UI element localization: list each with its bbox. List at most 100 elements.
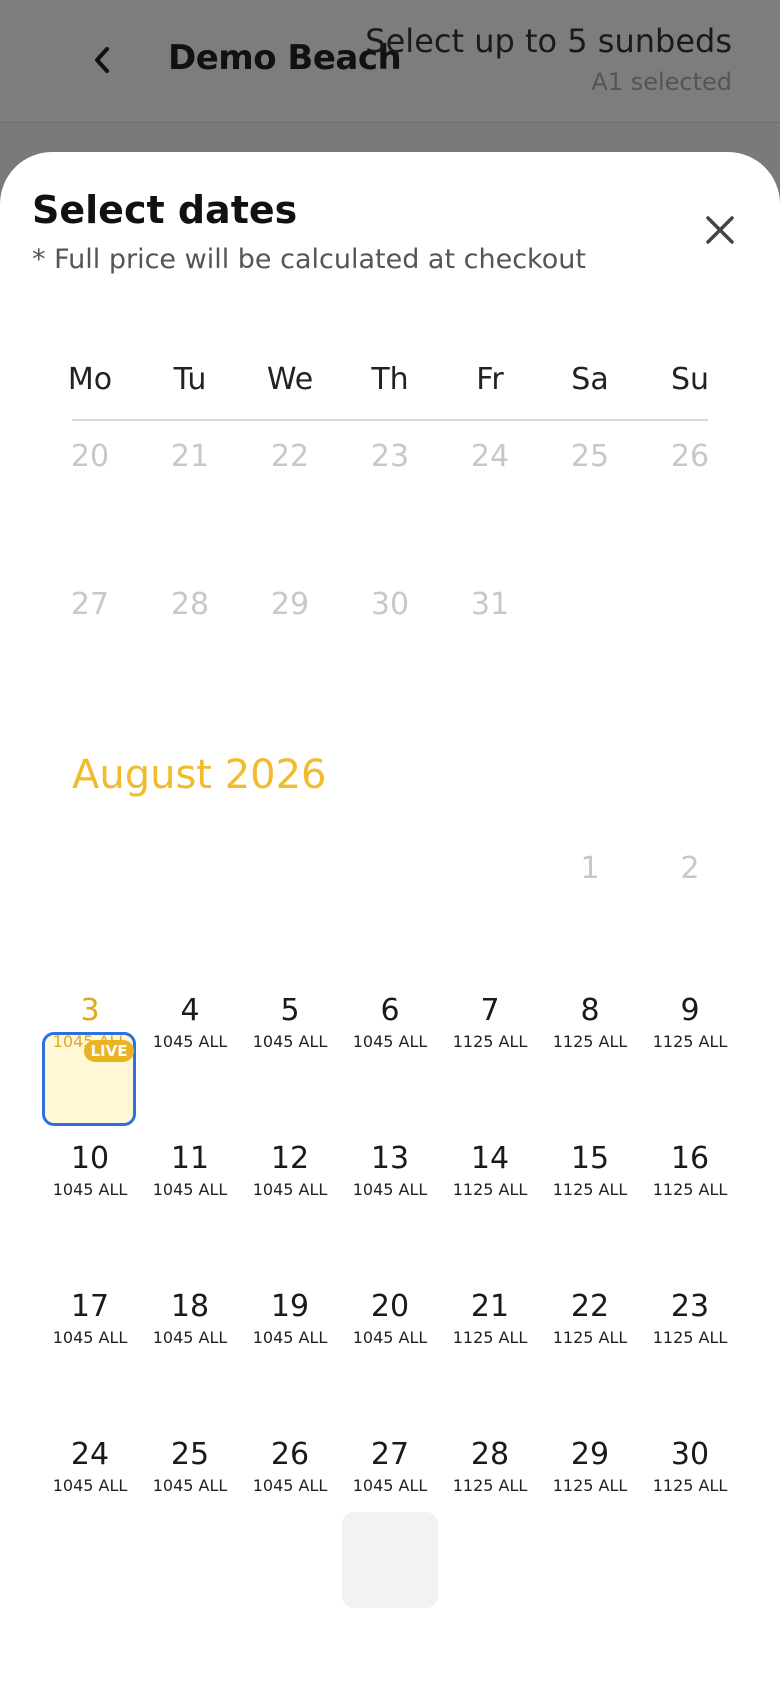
weekday-label: Fr xyxy=(476,362,504,397)
calendar-day[interactable]: 20 1045 ALL xyxy=(340,1290,440,1348)
day-number: 24 xyxy=(470,439,510,474)
sheet-subtitle: * Full price will be calculated at check… xyxy=(32,244,586,275)
calendar-day[interactable]: 8 1125 ALL xyxy=(540,994,640,1052)
weekday-label: Th xyxy=(371,362,409,397)
calendar-day: 25 xyxy=(540,440,640,474)
calendar-day: 21 xyxy=(140,440,240,474)
calendar-day[interactable]: 27 1045 ALL xyxy=(340,1438,440,1496)
sheet-title: Select dates xyxy=(32,188,298,232)
day-price: 1045 ALL xyxy=(152,1180,228,1199)
calendar-day[interactable]: 13 1045 ALL xyxy=(340,1142,440,1200)
sunbed-hint: Select up to 5 sunbeds xyxy=(365,22,732,60)
day-number: 8 xyxy=(580,993,600,1028)
back-button[interactable] xyxy=(82,38,122,82)
day-hover-highlight xyxy=(342,1512,438,1608)
weekday-label: Tu xyxy=(173,362,207,397)
day-number: 17 xyxy=(70,1289,110,1324)
calendar-day[interactable]: 21 1125 ALL xyxy=(440,1290,540,1348)
day-number: 23 xyxy=(670,1289,710,1324)
calendar-day[interactable]: 19 1045 ALL xyxy=(240,1290,340,1348)
day-price: 1045 ALL xyxy=(152,1328,228,1347)
day-number: 26 xyxy=(670,439,710,474)
day-price: 1125 ALL xyxy=(652,1032,728,1051)
calendar-day[interactable]: 30 1125 ALL xyxy=(640,1438,740,1496)
calendar-day[interactable]: 7 1125 ALL xyxy=(440,994,540,1052)
day-price: 1045 ALL xyxy=(352,1180,428,1199)
calendar-day[interactable]: 12 1045 ALL xyxy=(240,1142,340,1200)
day-price: 1125 ALL xyxy=(452,1032,528,1051)
calendar-day: 30 xyxy=(340,588,440,622)
day-price: 1045 ALL xyxy=(52,1328,128,1347)
day-number: 19 xyxy=(270,1289,310,1324)
day-price: 1125 ALL xyxy=(652,1180,728,1199)
day-price: 1045 ALL xyxy=(52,1180,128,1199)
calendar-day[interactable]: 24 1045 ALL xyxy=(40,1438,140,1496)
day-price: 1045 ALL xyxy=(152,1032,228,1051)
day-price: 1045 ALL xyxy=(252,1476,328,1495)
weekday-label: Su xyxy=(670,362,710,397)
date-picker-sheet: Select dates * Full price will be calcul… xyxy=(0,152,780,1688)
day-number: 27 xyxy=(370,1437,410,1472)
day-number: 11 xyxy=(170,1141,210,1176)
day-number: 9 xyxy=(680,993,700,1028)
day-number: 30 xyxy=(670,1437,710,1472)
calendar-day[interactable]: 10 1045 ALL xyxy=(40,1142,140,1200)
day-number: 27 xyxy=(70,587,110,622)
calendar-day[interactable]: 14 1125 ALL xyxy=(440,1142,540,1200)
day-price: 1045 ALL xyxy=(252,1328,328,1347)
day-price: 1125 ALL xyxy=(452,1180,528,1199)
day-number: 2 xyxy=(680,851,700,886)
day-number: 21 xyxy=(470,1289,510,1324)
day-number: 26 xyxy=(270,1437,310,1472)
day-number: 20 xyxy=(370,1289,410,1324)
day-price: 1125 ALL xyxy=(652,1476,728,1495)
day-number: 25 xyxy=(570,439,610,474)
calendar-day[interactable]: 28 1125 ALL xyxy=(440,1438,540,1496)
day-price: 1045 ALL xyxy=(352,1032,428,1051)
month-label: August 2026 xyxy=(72,752,327,798)
day-number: 5 xyxy=(280,993,300,1028)
day-price: 1125 ALL xyxy=(452,1328,528,1347)
day-price: 1125 ALL xyxy=(552,1476,628,1495)
day-price: 1125 ALL xyxy=(552,1032,628,1051)
live-badge: LIVE xyxy=(84,1040,134,1062)
calendar-day[interactable]: 17 1045 ALL xyxy=(40,1290,140,1348)
day-number: 4 xyxy=(180,993,200,1028)
day-number: 15 xyxy=(570,1141,610,1176)
calendar-day[interactable]: 11 1045 ALL xyxy=(140,1142,240,1200)
weekday-label: Mo xyxy=(67,362,113,397)
calendar-day: 24 xyxy=(440,440,540,474)
calendar-day: 27 xyxy=(40,588,140,622)
chevron-left-icon xyxy=(95,47,109,73)
calendar-day[interactable]: 4 1045 ALL xyxy=(140,994,240,1052)
calendar-day: 29 xyxy=(240,588,340,622)
calendar-day[interactable]: 22 1125 ALL xyxy=(540,1290,640,1348)
day-number: 23 xyxy=(370,439,410,474)
calendar-day[interactable]: 26 1045 ALL xyxy=(240,1438,340,1496)
calendar-day: 2 xyxy=(640,852,740,886)
calendar-day[interactable]: 9 1125 ALL xyxy=(640,994,740,1052)
day-price: 1045 ALL xyxy=(252,1180,328,1199)
day-number: 6 xyxy=(380,993,400,1028)
close-icon xyxy=(706,216,734,244)
calendar-day[interactable]: 18 1045 ALL xyxy=(140,1290,240,1348)
close-button[interactable] xyxy=(700,210,740,250)
day-price: 1045 ALL xyxy=(252,1032,328,1051)
day-number: 7 xyxy=(480,993,500,1028)
day-number: 10 xyxy=(70,1141,110,1176)
day-number: 22 xyxy=(270,439,310,474)
selected-sunbed-hint: A1 selected xyxy=(591,68,732,96)
calendar-day[interactable]: 29 1125 ALL xyxy=(540,1438,640,1496)
calendar-day[interactable]: 23 1125 ALL xyxy=(640,1290,740,1348)
calendar-day: 1 xyxy=(540,852,640,886)
calendar-day[interactable]: 16 1125 ALL xyxy=(640,1142,740,1200)
calendar-day[interactable]: 15 1125 ALL xyxy=(540,1142,640,1200)
day-number: 20 xyxy=(70,439,110,474)
calendar-day[interactable]: 25 1045 ALL xyxy=(140,1438,240,1496)
day-price: 1125 ALL xyxy=(452,1476,528,1495)
day-price: 1125 ALL xyxy=(652,1328,728,1347)
calendar-day[interactable]: 5 1045 ALL xyxy=(240,994,340,1052)
calendar-day[interactable]: 6 1045 ALL xyxy=(340,994,440,1052)
day-price: 1045 ALL xyxy=(152,1476,228,1495)
day-number: 1 xyxy=(580,851,600,886)
